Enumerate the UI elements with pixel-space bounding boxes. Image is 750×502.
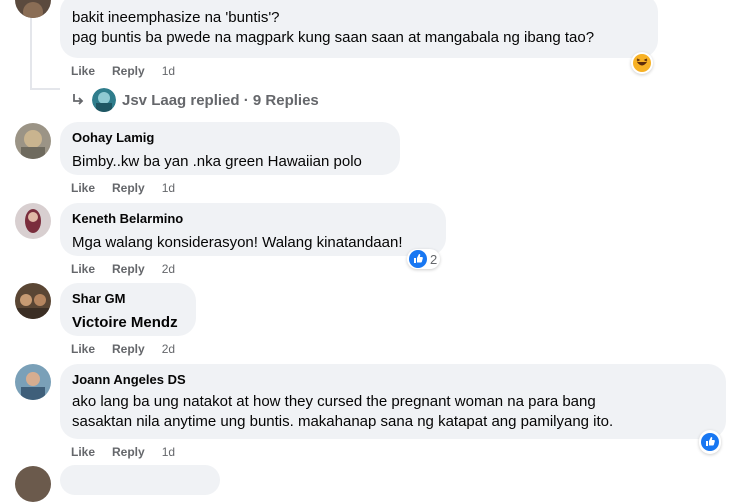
comment-bubble <box>60 465 220 495</box>
comment-actions: Like Reply 2d <box>71 341 175 357</box>
comment-author[interactable]: Keneth Belarmino <box>72 211 434 227</box>
like-link[interactable]: Like <box>71 444 95 460</box>
comment-actions: Like Reply 2d <box>71 261 175 277</box>
haha-emoji-icon <box>633 54 651 72</box>
mention-link[interactable]: Victoire Mendz <box>72 313 184 333</box>
comment-actions: Like Reply 1d <box>71 444 175 460</box>
comment-author[interactable]: Oohay Lamig <box>72 130 388 146</box>
comment-actions: Like Reply 1d <box>71 180 175 196</box>
comment-bubble: Shar GM Victoire Mendz <box>60 283 196 336</box>
avatar[interactable] <box>15 0 51 18</box>
replies-text[interactable]: Jsv Laag replied · 9 Replies <box>122 92 319 109</box>
like-link[interactable]: Like <box>71 63 95 79</box>
avatar[interactable] <box>15 364 51 400</box>
like-reaction[interactable] <box>699 430 721 454</box>
reply-link[interactable]: Reply <box>112 63 145 79</box>
timestamp[interactable]: 1d <box>162 444 175 460</box>
comment-text-line: sasaktan nila anytime ung buntis. makaha… <box>72 413 614 430</box>
avatar[interactable] <box>15 466 51 502</box>
comment-bubble: Oohay Lamig Bimby..kw ba yan .nka green … <box>60 122 400 175</box>
comment-bubble: Joann Angeles DS ako lang ba ung natakot… <box>60 364 726 439</box>
like-reaction-count[interactable]: 2 <box>407 249 441 269</box>
timestamp[interactable]: 2d <box>162 261 175 277</box>
comment-text: Mga walang konsiderasyon! Walang kinatan… <box>72 234 403 251</box>
thread-line-branch <box>30 88 60 90</box>
avatar[interactable] <box>15 283 51 319</box>
timestamp[interactable]: 2d <box>162 341 175 357</box>
like-link[interactable]: Like <box>71 261 95 277</box>
comment-actions: Like Reply 1d <box>71 63 175 79</box>
reaction-count: 2 <box>430 251 438 267</box>
comment-bubble: Keneth Belarmino Mga walang konsiderasyo… <box>60 203 446 256</box>
like-reaction-icon <box>701 433 719 451</box>
reply-link[interactable]: Reply <box>112 180 145 196</box>
haha-reaction[interactable] <box>631 52 653 74</box>
avatar[interactable] <box>15 203 51 239</box>
comment-bubble: bakit ineemphasize na 'buntis'? pag bunt… <box>60 0 658 58</box>
comment-text: Bimby..kw ba yan .nka green Hawaiian pol… <box>72 153 362 170</box>
view-replies-link[interactable]: Jsv Laag replied · 9 Replies <box>70 88 319 112</box>
avatar[interactable] <box>15 123 51 159</box>
comment-text-line: pag buntis ba pwede na magpark kung saan… <box>72 29 595 46</box>
timestamp[interactable]: 1d <box>162 180 175 196</box>
like-link[interactable]: Like <box>71 341 95 357</box>
reply-link[interactable]: Reply <box>112 261 145 277</box>
comment-text-line: bakit ineemphasize na 'buntis'? <box>72 9 280 26</box>
reply-arrow-icon <box>73 94 84 105</box>
comment-author[interactable]: Joann Angeles DS <box>72 372 714 388</box>
comment-text-line: ako lang ba ung natakot at how they curs… <box>72 393 596 410</box>
like-link[interactable]: Like <box>71 180 95 196</box>
reply-link[interactable]: Reply <box>112 341 145 357</box>
like-reaction-icon <box>409 250 427 268</box>
avatar <box>92 88 116 112</box>
timestamp[interactable]: 1d <box>162 63 175 79</box>
reply-link[interactable]: Reply <box>112 444 145 460</box>
comment-author[interactable]: Shar GM <box>72 291 184 307</box>
